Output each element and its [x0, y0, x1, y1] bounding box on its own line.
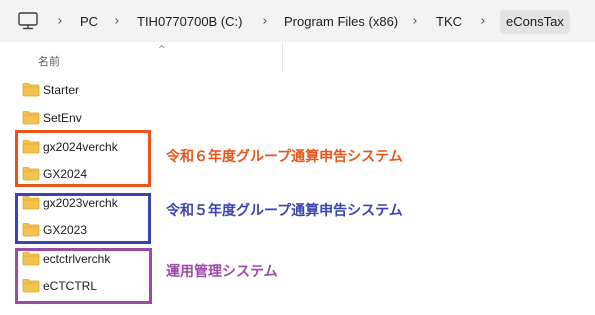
- list-item-label: SetEnv: [43, 111, 82, 125]
- list-item[interactable]: SetEnv: [22, 108, 182, 128]
- list-item[interactable]: Starter: [22, 80, 182, 100]
- highlight-box-2023: [15, 193, 151, 244]
- chevron-right-icon[interactable]: ›: [111, 12, 123, 32]
- chevron-right-icon[interactable]: ›: [54, 12, 66, 32]
- column-header-name[interactable]: 名前: [38, 53, 60, 69]
- address-bar[interactable]: › PC › TIH0770700B (C:) › Program Files …: [0, 0, 595, 42]
- highlight-box-2024: [15, 130, 151, 187]
- chevron-right-icon[interactable]: ›: [477, 12, 489, 32]
- breadcrumb-item-drive[interactable]: TIH0770700B (C:): [137, 12, 243, 32]
- annotation-2023: 令和５年度グループ通算申告システム: [166, 203, 403, 219]
- folder-icon: [22, 111, 40, 125]
- sort-ascending-icon: ^: [158, 45, 166, 55]
- breadcrumb-item-tkc[interactable]: TKC: [436, 12, 462, 32]
- annotation-2024: 令和６年度グループ通算申告システム: [166, 149, 403, 165]
- annotation-ectctrl: 運用管理システム: [166, 264, 278, 280]
- breadcrumb-item-program-files[interactable]: Program Files (x86): [284, 12, 398, 32]
- breadcrumb-item-current[interactable]: eConsTax: [500, 10, 570, 34]
- list-item-label: Starter: [43, 83, 80, 97]
- computer-monitor-icon[interactable]: [17, 11, 39, 31]
- chevron-right-icon[interactable]: ›: [259, 12, 271, 32]
- chevron-right-icon[interactable]: ›: [409, 12, 421, 32]
- breadcrumb-item-pc[interactable]: PC: [80, 12, 98, 32]
- folder-icon: [22, 83, 40, 97]
- highlight-box-ectctrl: [15, 248, 152, 304]
- column-divider[interactable]: [282, 42, 283, 72]
